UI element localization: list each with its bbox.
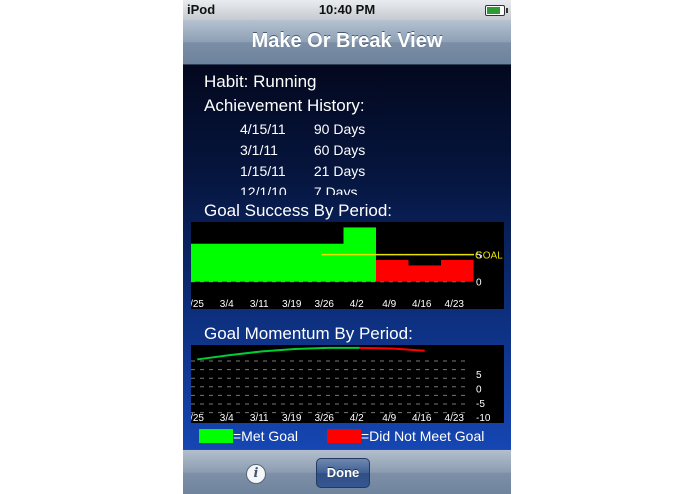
x-tick-label: 4/16 [412,299,432,309]
momentum-line-met [197,346,360,361]
y-tick-label: -5 [476,399,485,410]
x-tick-label: 4/23 [445,413,465,423]
device-screen: iPod 10:40 PM Make Or Break View Habit: … [183,0,511,494]
x-tick-label: 4/2 [350,413,364,423]
bottom-toolbar: i Done [183,449,511,494]
success-heading: Goal Success By Period: [204,201,393,220]
clock: 10:40 PM [318,2,376,17]
missed-goal-bar [408,265,441,282]
x-tick-label: 4/23 [445,299,465,309]
met-goal-bar [191,243,214,282]
list-item: 4/15/11 90 Days [240,121,365,137]
achievement-days: 7 Days [313,184,358,195]
status-bar: iPod 10:40 PM [183,0,511,20]
y-tick-label: 0 [476,278,482,289]
momentum-line-missed [359,346,425,352]
x-tick-label: 3/4 [220,299,234,309]
missed-goal-bar [441,260,474,282]
met-goal-label: =Met Goal [233,428,298,444]
x-tick-label: 3/19 [282,299,302,309]
achievement-days: 60 Days [313,142,366,158]
x-tick-label: 4/2 [350,299,364,309]
met-goal-swatch [199,429,233,443]
goal-success-chart-svg: 05GOAL2/253/43/113/193/264/24/94/164/23 [191,227,503,309]
goal-label: GOAL [475,251,503,262]
habit-label: Habit: [204,72,249,91]
achievement-date: 3/1/11 [240,142,278,158]
list-item: 12/1/10 7 Days [240,184,357,195]
goal-momentum-chart: 5 0 -5 -10 2/25 3/4 3/11 3/19 3/26 4/2 4/9 4/16 4/23 [191,345,504,423]
list-item: 3/1/11 60 Days [240,142,365,158]
x-tick-label: 3/11 [250,413,269,423]
missed-goal-label: =Did Not Meet Goal [361,428,485,444]
missed-goal-bar [376,260,409,282]
habit-row: Habit: Running [204,72,316,92]
met-goal-bar [278,243,311,282]
achievement-heading: Achievement History: [204,96,365,115]
x-tick-label: 4/16 [412,413,432,423]
achievement-date: 4/15/11 [240,121,286,137]
x-tick-label: 2/25 [191,413,204,423]
info-icon[interactable]: i [246,464,266,484]
goal-success-chart: 05GOAL2/253/43/113/193/264/24/94/164/23 [191,222,504,309]
navigation-bar: Make Or Break View [183,20,511,65]
x-tick-label: 3/11 [250,299,269,309]
x-tick-label: 3/19 [282,413,302,423]
achievement-date: 12/1/10 [240,184,287,195]
x-tick-label: 4/9 [382,299,396,309]
done-button[interactable]: Done [316,458,370,488]
achievement-date: 1/15/11 [240,163,286,179]
y-tick-label: 5 [476,370,482,381]
met-goal-bar [246,243,279,282]
content-area: Habit: Running Achievement History: 4/15… [183,65,511,449]
x-tick-label: 3/26 [315,299,335,309]
momentum-heading: Goal Momentum By Period: [204,324,413,343]
met-goal-bar [311,243,344,282]
achievement-days: 21 Days [313,163,366,179]
x-tick-label: 3/4 [220,413,234,423]
habit-value: Running [253,72,317,91]
achievement-list[interactable]: 4/15/11 90 Days 3/1/11 60 Days 1/15/11 2… [183,117,511,195]
y-tick-label: -10 [476,413,491,423]
achievement-days: 90 Days [313,121,366,137]
nav-title: Make Or Break View [251,30,443,52]
x-tick-label: 2/25 [191,299,204,309]
met-goal-bar [213,243,246,282]
y-tick-label: 0 [476,384,482,395]
battery-icon [485,5,508,16]
x-tick-label: 3/26 [315,413,335,423]
list-item: 1/15/11 21 Days [240,163,365,179]
x-tick-label: 4/9 [382,413,396,423]
missed-goal-swatch [327,429,361,443]
chart-legend: =Met Goal =Did Not Meet Goal [199,428,499,447]
goal-momentum-chart-svg: 5 0 -5 -10 2/25 3/4 3/11 3/19 3/26 4/2 4/9 4/16 4/23 [191,346,491,423]
